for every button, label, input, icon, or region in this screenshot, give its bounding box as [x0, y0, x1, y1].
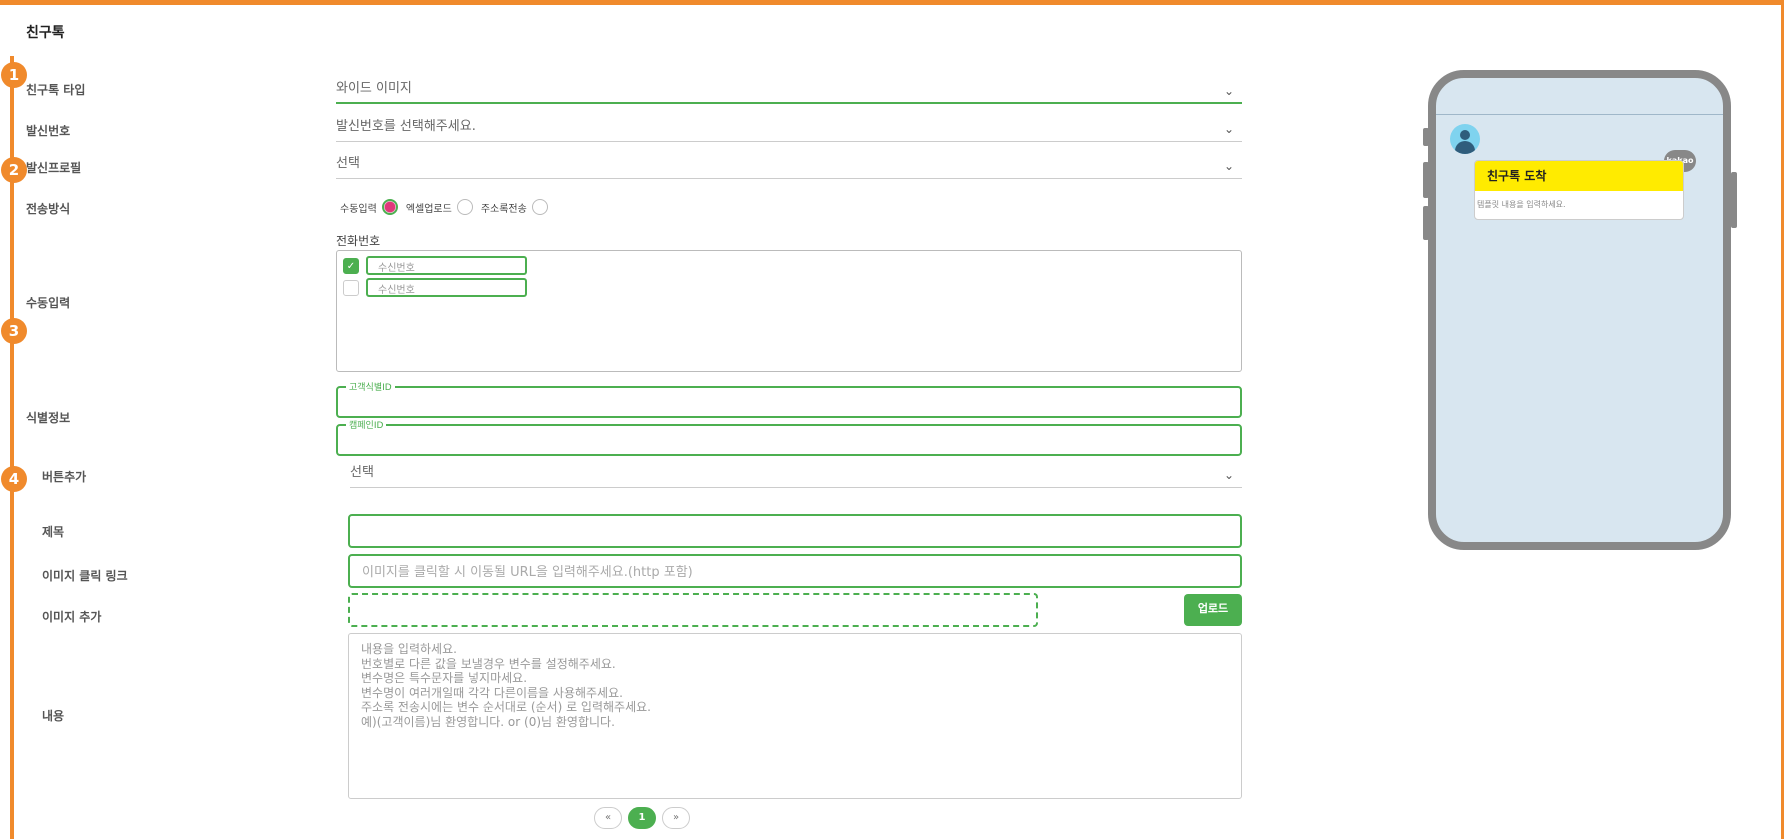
chevron-down-icon: ⌄ [1223, 159, 1234, 173]
type-select-value: 와이드 이미지 [336, 81, 412, 96]
type-select[interactable]: 와이드 이미지 ⌄ [336, 78, 1242, 104]
page-title: 친구톡 [26, 25, 65, 41]
label-sender-profile: 발신프로필 [26, 161, 82, 175]
bubble-body: 템플릿 내용을 입력하세요. [1477, 200, 1566, 209]
step-marker-2: 2 [1, 157, 27, 183]
upload-button[interactable]: 업로드 [1184, 594, 1242, 626]
radio-label-addressbook: 주소록전송 [480, 203, 527, 215]
add-button-select[interactable]: 선택 ⌄ [350, 462, 1242, 488]
label-type: 친구톡 타입 [26, 83, 86, 97]
campaign-id-input[interactable]: 캠페인ID [336, 418, 1242, 456]
step-marker-1: 1 [1, 62, 27, 88]
sender-number-value: 발신번호를 선택해주세요. [336, 119, 476, 134]
phone-side-button [1423, 128, 1429, 146]
sender-profile-value: 선택 [336, 156, 360, 171]
radio-label-excel: 엑셀업로드 [405, 203, 452, 215]
recipient-checkbox-2[interactable] [343, 280, 359, 296]
label-sender-number: 발신번호 [26, 124, 71, 138]
step-marker-4: 4 [1, 466, 27, 492]
image-link-input[interactable]: 이미지를 클릭할 시 이동될 URL을 입력해주세요.(http 포함) [348, 554, 1242, 588]
label-add-button: 버튼추가 [42, 470, 87, 484]
campaign-id-legend: 캠페인ID [346, 418, 387, 431]
recipient-input-2[interactable]: 수신번호 [366, 278, 527, 297]
radio-excel[interactable] [456, 199, 473, 215]
message-bubble: 친구톡 도착 템플릿 내용을 입력하세요. [1474, 160, 1684, 220]
label-subject: 제목 [42, 525, 65, 539]
phone-side-button [1423, 206, 1429, 240]
radio-label-manual: 수동입력 [340, 203, 377, 215]
chevron-down-icon: ⌄ [1223, 468, 1234, 482]
radio-manual[interactable] [381, 199, 398, 215]
chevron-down-icon: ⌄ [1223, 84, 1234, 98]
pagination-page-1[interactable]: 1 [628, 807, 656, 829]
phone-heading: 전화번호 [336, 234, 381, 248]
label-manual-input: 수동입력 [26, 296, 71, 310]
sender-number-select[interactable]: 발신번호를 선택해주세요. ⌄ [336, 116, 1242, 142]
label-add-image: 이미지 추가 [42, 610, 102, 624]
radio-addressbook[interactable] [531, 199, 548, 215]
customer-id-legend: 고객식별ID [346, 380, 395, 393]
recipient-input-1[interactable]: 수신번호 [366, 256, 527, 275]
image-file-input[interactable] [348, 593, 1038, 627]
chevron-down-icon: ⌄ [1223, 122, 1234, 136]
add-button-value: 선택 [350, 465, 374, 480]
pagination-prev[interactable]: « [594, 807, 622, 829]
label-image-link: 이미지 클릭 링크 [42, 569, 128, 583]
label-id-info: 식별정보 [26, 411, 71, 425]
phone-preview: kakao 친구톡 도착 템플릿 내용을 입력하세요. [1428, 70, 1731, 550]
phone-side-button [1423, 162, 1429, 198]
recipient-checkbox-1[interactable]: ✓ [343, 258, 359, 274]
label-content: 내용 [42, 709, 65, 723]
phone-power-button [1731, 172, 1737, 228]
bubble-title: 친구톡 도착 [1475, 161, 1683, 191]
send-method-group: 수동입력 엑셀업로드 주소록전송 [340, 199, 556, 215]
subject-input[interactable] [348, 514, 1242, 548]
sender-profile-select[interactable]: 선택 ⌄ [336, 153, 1242, 179]
content-textarea[interactable]: 내용을 입력하세요. 번호별로 다른 값을 보낼경우 변수를 설정해주세요. 변… [348, 633, 1242, 799]
profile-avatar-icon [1450, 124, 1480, 154]
step-marker-3: 3 [1, 318, 27, 344]
customer-id-input[interactable]: 고객식별ID [336, 380, 1242, 418]
phone-status-divider [1436, 114, 1723, 115]
pagination-next[interactable]: » [662, 807, 690, 829]
label-send-method: 전송방식 [26, 202, 71, 216]
